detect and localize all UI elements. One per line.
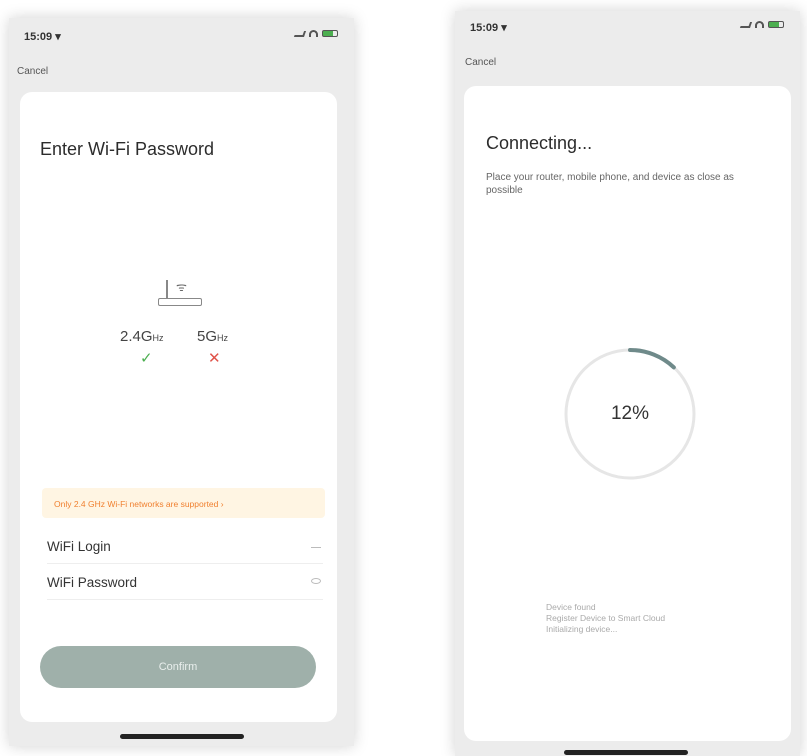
connecting-screen: 15:09 ▾ Cancel Connecting... Place your … — [455, 11, 800, 756]
confirm-button[interactable]: Confirm — [40, 646, 316, 688]
wifi-icon — [755, 21, 764, 28]
cancel-button[interactable]: Cancel — [465, 57, 496, 68]
status-icons — [739, 21, 784, 28]
router-icon: ᯤ — [152, 272, 208, 312]
signal-icon — [739, 21, 753, 28]
step-item: Register Device to Smart Cloud — [546, 613, 666, 623]
battery-icon — [768, 21, 784, 28]
wifi-login-label: WiFi Login — [47, 539, 111, 554]
status-time: 15:09 ▾ — [24, 31, 61, 43]
step-item: Initializing device... — [546, 624, 618, 634]
battery-icon — [322, 30, 338, 37]
cross-icon: ✕ — [208, 350, 221, 367]
progress-ring: 12% — [559, 343, 701, 485]
page-subtitle: Place your router, mobile phone, and dev… — [486, 172, 734, 196]
cancel-button[interactable]: Cancel — [17, 66, 48, 77]
status-time: 15:09 ▾ — [470, 22, 507, 34]
wifi-password-label: WiFi Password — [47, 575, 138, 590]
progress-percent: 12% — [610, 403, 650, 424]
status-bar: 15:09 ▾ — [9, 18, 354, 52]
wifi-password-screen: 15:09 ▾ Cancel Enter Wi-Fi Password ᯤ 2.… — [9, 18, 354, 746]
step-item: Device found — [546, 602, 596, 612]
band-5ghz-label: 5GHz — [197, 328, 229, 345]
content-card: Enter Wi-Fi Password ᯤ 2.4GHz 5GHz ✓ ✕ O… — [20, 92, 337, 722]
notice-banner[interactable]: Only 2.4 GHz Wi-Fi networks are supporte… — [42, 488, 325, 518]
connection-steps: Device found Register Device to Smart Cl… — [546, 602, 746, 635]
check-icon: ✓ — [140, 350, 153, 367]
key-icon — [311, 542, 321, 548]
signal-icon — [293, 30, 307, 37]
content-card: Connecting... Place your router, mobile … — [464, 86, 791, 741]
home-indicator — [564, 750, 688, 755]
eye-icon[interactable] — [311, 578, 321, 584]
status-bar: 15:09 ▾ — [455, 11, 800, 45]
wifi-icon — [309, 30, 318, 37]
status-icons — [293, 30, 338, 37]
page-title: Enter Wi-Fi Password — [40, 139, 215, 159]
wifi-password-field[interactable]: WiFi Password — [47, 566, 323, 600]
band-24ghz-label: 2.4GHz — [120, 328, 164, 345]
page-title: Connecting... — [486, 133, 593, 153]
wifi-login-field[interactable]: WiFi Login — [47, 530, 323, 564]
home-indicator — [120, 734, 244, 739]
